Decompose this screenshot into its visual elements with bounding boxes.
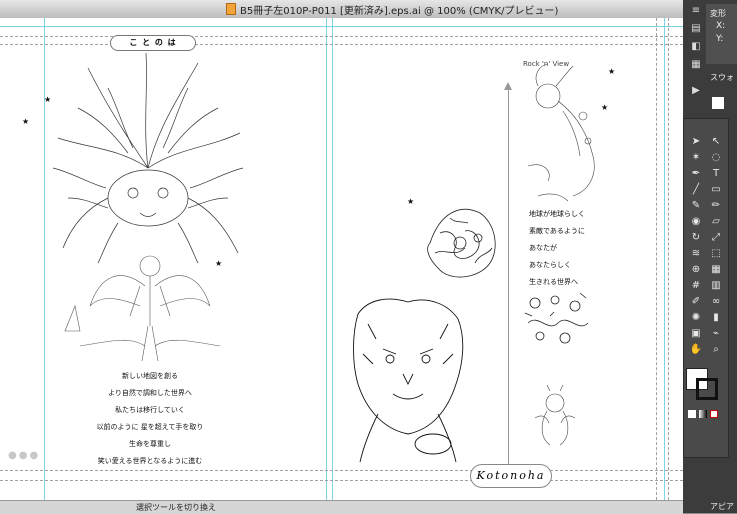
poem-line: 新しい地図を創る [122, 372, 178, 380]
status-text: 選択ツールを切り換え [136, 503, 216, 512]
poem-line: より自然で調和した世界へ [108, 389, 192, 397]
transform-tab[interactable]: 変形 [710, 8, 726, 19]
selection-icon[interactable]: ➤ [688, 134, 704, 150]
swatches-tab[interactable]: スウォ [710, 72, 734, 83]
stroke-swatch[interactable] [696, 378, 718, 400]
blend-icon[interactable]: ∞ [708, 294, 724, 310]
hand-icon[interactable]: ✋ [688, 342, 704, 358]
x-label: X: [716, 21, 726, 31]
lasso-icon[interactable]: ◌ [708, 150, 724, 166]
margin-guide [0, 470, 683, 471]
margin-guide [0, 480, 683, 481]
artboard-icon[interactable]: ▣ [688, 326, 704, 342]
graph-icon[interactable]: ▮ [708, 310, 724, 326]
margin-guide [0, 36, 683, 37]
guide-line [44, 18, 45, 500]
xy-readout: X: Y: [716, 20, 725, 46]
slice-icon[interactable]: ⌁ [708, 326, 724, 342]
guide-line [0, 26, 683, 27]
poem-line: 素敵であるように [529, 227, 585, 235]
free-transform-icon[interactable]: ⬚ [708, 246, 724, 262]
doodle-cluster-sketch[interactable] [520, 288, 592, 348]
margin-guide [656, 18, 657, 500]
mesh-icon[interactable]: # [688, 278, 704, 294]
guide-line [332, 18, 333, 500]
color-mode-icon[interactable] [688, 410, 696, 418]
pencil-icon[interactable]: ✏ [708, 198, 724, 214]
drop-ornament: ●●● [8, 450, 41, 461]
layers-icon[interactable]: ▦ [687, 58, 705, 72]
angel-figure-sketch[interactable] [60, 246, 230, 368]
perspective-icon[interactable]: ▦ [708, 262, 724, 278]
margin-guide [0, 44, 683, 45]
poem-line: 私たちは移行していく [115, 406, 185, 414]
rectangle-icon[interactable]: ▭ [708, 182, 724, 198]
poem-line: あなたらしく [529, 261, 571, 269]
sketch-caption: Rock 'n' View [523, 60, 569, 68]
small-dragon-sketch[interactable] [525, 383, 585, 453]
shape-builder-icon[interactable]: ⊕ [688, 262, 704, 278]
kotonoha-logo[interactable]: Kotonoha [470, 464, 552, 488]
gradient-mode-icon[interactable] [699, 410, 707, 418]
width-icon[interactable]: ≋ [688, 246, 704, 262]
rotate-icon[interactable]: ↻ [688, 230, 704, 246]
poem-line: あなたが [529, 244, 557, 252]
paintbrush-icon[interactable]: ✎ [688, 198, 704, 214]
zoom-icon[interactable]: ⌕ [708, 342, 724, 358]
type-icon[interactable]: T [708, 166, 724, 182]
artboard-canvas[interactable]: こ と の は ★ ★ ★ ★ ★ ★ 新しい地図を創る より自然で調和した世界… [0, 18, 683, 500]
pen-icon[interactable]: ✒ [688, 166, 704, 182]
poem-line: 地球が地球らしく [529, 210, 585, 218]
symbol-sprayer-icon[interactable]: ✺ [688, 310, 704, 326]
margin-guide [668, 18, 669, 500]
lion-face-sketch[interactable] [348, 294, 468, 464]
appearance-tab[interactable]: アピア [710, 501, 734, 512]
swatch-white[interactable] [712, 97, 724, 109]
poem-left: 新しい地図を創る より自然で調和した世界へ 私たちは移行していく 以前のように … [70, 368, 230, 470]
guide-line [326, 18, 327, 500]
magic-wand-icon[interactable]: ✶ [688, 150, 704, 166]
eraser-icon[interactable]: ▱ [708, 214, 724, 230]
star-icon[interactable]: ★ [407, 198, 414, 206]
arrow-line [508, 90, 509, 470]
y-label: Y: [716, 34, 724, 44]
play-icon[interactable]: ▶ [687, 84, 705, 98]
arrow-head [504, 82, 512, 90]
none-mode-icon[interactable] [710, 410, 718, 418]
gradient-icon[interactable]: ▥ [708, 278, 724, 294]
scribble-creature-sketch[interactable] [420, 193, 505, 288]
window-title: B5冊子左010P-P011 [更新済み].eps.ai @ 100% (CMY… [240, 6, 559, 17]
star-icon[interactable]: ★ [22, 118, 29, 126]
poem-line: 笑い愛える世界となるように進む [97, 457, 203, 465]
align-icon[interactable]: ▤ [687, 22, 705, 36]
poem-line: 以前のように 星を超えて手を取り [96, 423, 204, 431]
eyedropper-icon[interactable]: ✐ [688, 294, 704, 310]
status-bar: 選択ツールを切り換え [0, 500, 683, 514]
pathfinder-icon[interactable]: ◧ [687, 40, 705, 54]
seahorse-sketch[interactable]: Rock 'n' View [518, 56, 618, 206]
guide-line [664, 18, 665, 500]
blob-brush-icon[interactable]: ◉ [688, 214, 704, 230]
dragon-face-sketch[interactable] [48, 48, 248, 268]
poem-right: 地球が地球らしく 素敵であるように あなたが あなたらしく 生きれる世界へ [529, 206, 585, 291]
poem-line: 生命を尊重し [129, 440, 171, 448]
panel-menu-icon[interactable]: ≡ [687, 4, 705, 18]
scale-icon[interactable]: ⤢ [708, 230, 724, 246]
window-title-bar[interactable]: B5冊子左010P-P011 [更新済み].eps.ai @ 100% (CMY… [0, 0, 737, 19]
line-icon[interactable]: ╱ [688, 182, 704, 198]
direct-selection-icon[interactable]: ↖ [708, 134, 724, 150]
document-icon [226, 3, 236, 15]
